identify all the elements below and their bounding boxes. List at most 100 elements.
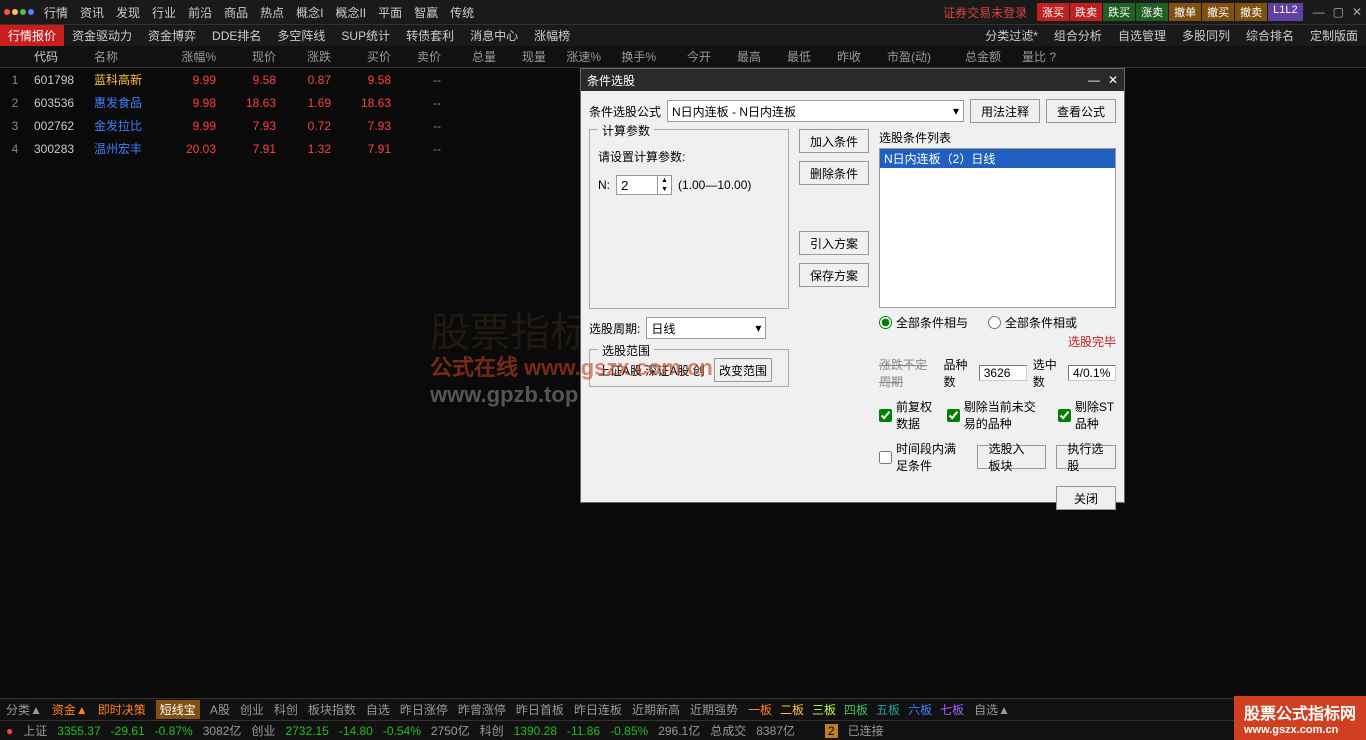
board-四板[interactable]: 四板 xyxy=(844,701,868,718)
spin-up-icon[interactable]: ▲ xyxy=(658,176,671,185)
maximize-icon[interactable]: ▢ xyxy=(1333,5,1344,19)
chk-fq[interactable]: 前复权数据 xyxy=(879,398,935,432)
toolr-多股同列[interactable]: 多股同列 xyxy=(1174,25,1238,46)
short-btn[interactable]: 短线宝 xyxy=(156,700,200,719)
menu-行业[interactable]: 行业 xyxy=(152,4,176,21)
tab-行情报价[interactable]: 行情报价 xyxy=(0,25,64,46)
col-现价[interactable]: 现价 xyxy=(220,48,280,65)
col-今开[interactable]: 今开 xyxy=(660,48,715,65)
col-涨幅%[interactable]: 涨幅% xyxy=(160,48,220,65)
import-plan-button[interactable]: 引入方案 xyxy=(799,231,869,255)
col-量比 ?[interactable]: 量比 ? xyxy=(1005,48,1060,65)
chk-timerange[interactable]: 时间段内满足条件 xyxy=(879,440,967,474)
board-一板[interactable]: 一板 xyxy=(748,701,772,718)
add-condition-button[interactable]: 加入条件 xyxy=(799,129,869,153)
close-button[interactable]: 关闭 xyxy=(1056,486,1116,510)
board-二板[interactable]: 二板 xyxy=(780,701,804,718)
f1-近期强势[interactable]: 近期强势 xyxy=(690,701,738,718)
f1-近期新高[interactable]: 近期新高 xyxy=(632,701,680,718)
col-总量[interactable]: 总量 xyxy=(445,48,500,65)
menu-行情[interactable]: 行情 xyxy=(44,4,68,21)
fund-menu[interactable]: 资金▲ xyxy=(52,701,88,718)
board-五板[interactable]: 五板 xyxy=(876,701,900,718)
trade-L1L2[interactable]: L1L2 xyxy=(1268,3,1302,21)
board-七板[interactable]: 七板 xyxy=(940,701,964,718)
trade-撤单[interactable]: 撤单 xyxy=(1169,3,1201,21)
menu-概念II[interactable]: 概念II xyxy=(335,4,366,21)
col-现量[interactable]: 现量 xyxy=(500,48,550,65)
toolr-组合分析[interactable]: 组合分析 xyxy=(1046,25,1110,46)
or-radio[interactable]: 全部条件相或 xyxy=(988,314,1077,331)
delete-condition-button[interactable]: 删除条件 xyxy=(799,161,869,185)
trade-撤卖[interactable]: 撤卖 xyxy=(1235,3,1267,21)
menu-传统[interactable]: 传统 xyxy=(450,4,474,21)
tab-资金博弈[interactable]: 资金博弈 xyxy=(140,25,204,46)
board-三板[interactable]: 三板 xyxy=(812,701,836,718)
menu-发现[interactable]: 发现 xyxy=(116,4,140,21)
col-总金额[interactable]: 总金额 xyxy=(935,48,1005,65)
tab-多空阵线[interactable]: 多空阵线 xyxy=(269,25,333,46)
toolr-综合排名[interactable]: 综合排名 xyxy=(1238,25,1302,46)
trade-撤买[interactable]: 撤买 xyxy=(1202,3,1234,21)
tab-DDE排名[interactable]: DDE排名 xyxy=(204,25,269,46)
f1-创业[interactable]: 创业 xyxy=(240,701,264,718)
trade-跌买[interactable]: 跌买 xyxy=(1103,3,1135,21)
spin-down-icon[interactable]: ▼ xyxy=(658,185,671,194)
col-市盈(动)[interactable]: 市盈(动) xyxy=(865,48,935,65)
toolr-分类过滤*[interactable]: 分类过滤* xyxy=(977,25,1046,46)
toolr-自选管理[interactable]: 自选管理 xyxy=(1110,25,1174,46)
chk-st[interactable]: 剔除ST品种 xyxy=(1058,398,1116,432)
trade-涨买[interactable]: 涨买 xyxy=(1037,3,1069,21)
self-menu[interactable]: 自选▲ xyxy=(974,701,1010,718)
f1-A股[interactable]: A股 xyxy=(210,701,230,718)
col-最高[interactable]: 最高 xyxy=(715,48,765,65)
dialog-min-icon[interactable]: — xyxy=(1088,73,1100,87)
f1-昨日涨停[interactable]: 昨日涨停 xyxy=(400,701,448,718)
tab-消息中心[interactable]: 消息中心 xyxy=(462,25,526,46)
and-radio[interactable]: 全部条件相与 xyxy=(879,314,968,331)
col-涨跌[interactable]: 涨跌 xyxy=(280,48,335,65)
toolr-定制版面[interactable]: 定制版面 xyxy=(1302,25,1366,46)
menu-概念I[interactable]: 概念I xyxy=(296,4,323,21)
change-range-button[interactable]: 改变范围 xyxy=(714,358,772,382)
trade-跌卖[interactable]: 跌卖 xyxy=(1070,3,1102,21)
minimize-icon[interactable]: — xyxy=(1313,5,1325,19)
menu-智赢[interactable]: 智赢 xyxy=(414,4,438,21)
f1-昨曾涨停[interactable]: 昨曾涨停 xyxy=(458,701,506,718)
trade-涨卖[interactable]: 涨卖 xyxy=(1136,3,1168,21)
dialog-titlebar[interactable]: 条件选股 —✕ xyxy=(581,69,1124,91)
tab-转债套利[interactable]: 转债套利 xyxy=(398,25,462,46)
condition-list[interactable]: N日内连板（2）日线 xyxy=(879,148,1116,308)
formula-combo[interactable]: N日内连板 - N日内连板▾ xyxy=(667,100,964,122)
n-input[interactable] xyxy=(617,176,657,194)
f1-科创[interactable]: 科创 xyxy=(274,701,298,718)
instant-btn[interactable]: 即时决策 xyxy=(98,701,146,718)
col-涨速%[interactable]: 涨速% xyxy=(550,48,605,65)
col-卖价[interactable]: 卖价 xyxy=(395,48,445,65)
usage-button[interactable]: 用法注释 xyxy=(970,99,1040,123)
col-换手%[interactable]: 换手% xyxy=(605,48,660,65)
menu-前沿[interactable]: 前沿 xyxy=(188,4,212,21)
execute-button[interactable]: 执行选股 xyxy=(1056,445,1116,469)
f1-板块指数[interactable]: 板块指数 xyxy=(308,701,356,718)
condition-item[interactable]: N日内连板（2）日线 xyxy=(880,149,1115,168)
f1-昨日首板[interactable]: 昨日首板 xyxy=(516,701,564,718)
menu-资讯[interactable]: 资讯 xyxy=(80,4,104,21)
col-最低[interactable]: 最低 xyxy=(765,48,815,65)
cat-menu[interactable]: 分类▲ xyxy=(6,701,42,718)
into-block-button[interactable]: 选股入板块 xyxy=(977,445,1046,469)
chk-notrade[interactable]: 剔除当前未交易的品种 xyxy=(947,398,1046,432)
board-六板[interactable]: 六板 xyxy=(908,701,932,718)
col-买价[interactable]: 买价 xyxy=(335,48,395,65)
menu-热点[interactable]: 热点 xyxy=(260,4,284,21)
close-icon[interactable]: ✕ xyxy=(1352,5,1362,19)
period-select[interactable]: 日线▾ xyxy=(646,317,766,339)
save-plan-button[interactable]: 保存方案 xyxy=(799,263,869,287)
col-代码[interactable]: 代码 xyxy=(30,48,90,65)
menu-平面[interactable]: 平面 xyxy=(378,4,402,21)
col-昨收[interactable]: 昨收 xyxy=(815,48,865,65)
col-名称[interactable]: 名称 xyxy=(90,48,160,65)
menu-商品[interactable]: 商品 xyxy=(224,4,248,21)
n-spinbox[interactable]: ▲▼ xyxy=(616,175,672,195)
f1-昨日连板[interactable]: 昨日连板 xyxy=(574,701,622,718)
